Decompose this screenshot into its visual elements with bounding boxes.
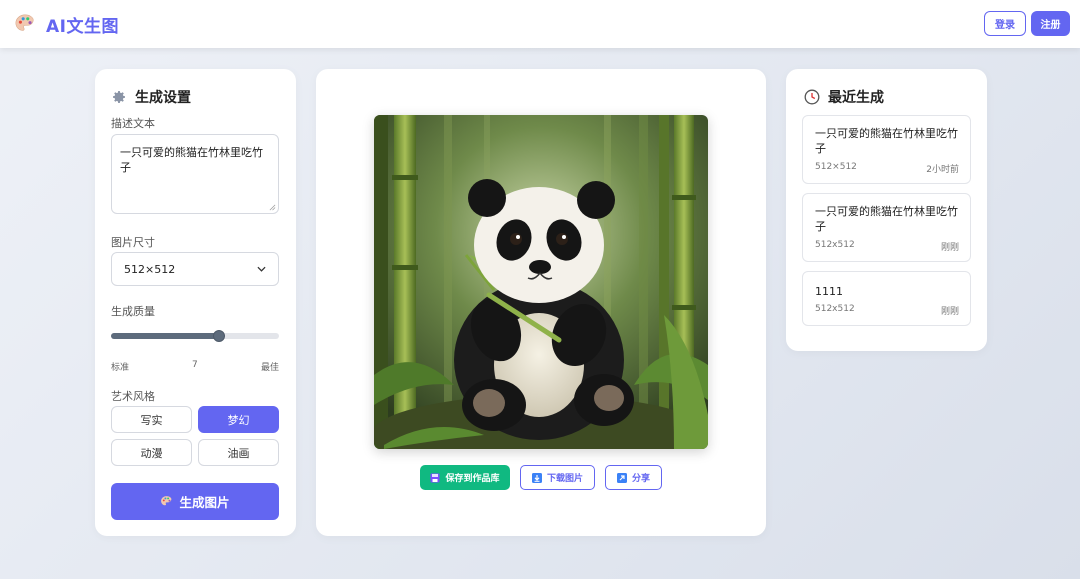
save-to-gallery-label: 保存到作品库 <box>445 474 500 484</box>
history-item-prompt: 一只可爱的熊猫在竹林里吃竹子 <box>815 205 958 234</box>
style-button-anime[interactable]: 动漫 <box>111 439 192 466</box>
size-select[interactable]: 512×512 <box>111 252 279 286</box>
login-button[interactable]: 登录 <box>984 11 1026 36</box>
history-item-size: 512x512 <box>815 240 855 250</box>
history-item-size: 512×512 <box>815 162 857 172</box>
size-select-value: 512×512 <box>124 262 176 276</box>
settings-panel: 生成设置 描述文本 一只可爱的熊猫在竹林里吃竹子 图片尺寸 512×512 生成… <box>95 69 296 536</box>
share-arrow-icon <box>616 472 627 483</box>
download-label: 下载图片 <box>546 474 583 484</box>
quality-slider-thumb[interactable] <box>212 330 225 342</box>
app-logo[interactable]: AI文生图 <box>14 12 119 37</box>
top-header: AI文生图 登录 注册 <box>0 0 1080 48</box>
quality-label: 生成质量 <box>111 305 155 318</box>
prompt-text: 一只可爱的熊猫在竹林里吃竹子 <box>120 146 263 175</box>
history-item[interactable]: 1111 512x512 刚刚 <box>802 271 971 326</box>
history-item-time: 2小时前 <box>926 165 959 175</box>
history-item-size: 512x512 <box>815 304 855 314</box>
style-button-oil[interactable]: 油画 <box>198 439 279 466</box>
gear-icon <box>113 91 125 103</box>
palette-icon <box>161 496 172 506</box>
history-item-time: 刚刚 <box>940 243 959 253</box>
generated-image[interactable] <box>374 115 708 449</box>
share-button[interactable]: 分享 <box>605 465 662 490</box>
prompt-label: 描述文本 <box>111 117 155 130</box>
prompt-textarea[interactable]: 一只可爱的熊猫在竹林里吃竹子 <box>111 134 279 214</box>
register-button[interactable]: 注册 <box>1031 11 1070 36</box>
quality-slider[interactable] <box>111 330 279 342</box>
panda-bamboo-image <box>374 115 708 449</box>
floppy-disk-icon <box>430 473 440 482</box>
quality-min-label: 标准 <box>111 363 130 373</box>
clock-icon <box>804 89 820 105</box>
history-title-text: 最近生成 <box>828 90 884 106</box>
download-icon <box>531 472 542 483</box>
share-label: 分享 <box>631 474 650 484</box>
history-item-time: 刚刚 <box>940 307 959 317</box>
history-item[interactable]: 一只可爱的熊猫在竹林里吃竹子 512×512 2小时前 <box>802 115 971 184</box>
history-item-prompt: 一只可爱的熊猫在竹林里吃竹子 <box>815 127 958 156</box>
quality-max-label: 最佳 <box>260 363 279 373</box>
style-button-realistic[interactable]: 写实 <box>111 406 192 433</box>
history-title: 最近生成 <box>804 87 884 107</box>
quality-value: 7 <box>192 360 198 370</box>
resize-grip-icon[interactable] <box>269 204 276 211</box>
style-label: 艺术风格 <box>111 390 155 403</box>
settings-title-text: 生成设置 <box>135 90 191 106</box>
save-to-gallery-button[interactable]: 保存到作品库 <box>420 465 510 490</box>
app-title: AI文生图 <box>46 16 119 37</box>
quality-slider-fill <box>111 333 219 339</box>
size-label: 图片尺寸 <box>111 236 155 249</box>
history-item-prompt: 1111 <box>815 285 843 298</box>
download-button[interactable]: 下载图片 <box>520 465 595 490</box>
chevron-down-icon <box>257 266 266 272</box>
generate-button-label: 生成图片 <box>179 495 230 510</box>
preview-panel: 保存到作品库 下载图片 分享 <box>316 69 766 536</box>
style-button-dreamy[interactable]: 梦幻 <box>198 406 279 433</box>
generate-button[interactable]: 生成图片 <box>111 483 279 520</box>
settings-title: 生成设置 <box>111 87 191 107</box>
palette-icon <box>15 14 34 31</box>
history-panel: 最近生成 一只可爱的熊猫在竹林里吃竹子 512×512 2小时前 一只可爱的熊猫… <box>786 69 987 351</box>
history-item[interactable]: 一只可爱的熊猫在竹林里吃竹子 512x512 刚刚 <box>802 193 971 262</box>
